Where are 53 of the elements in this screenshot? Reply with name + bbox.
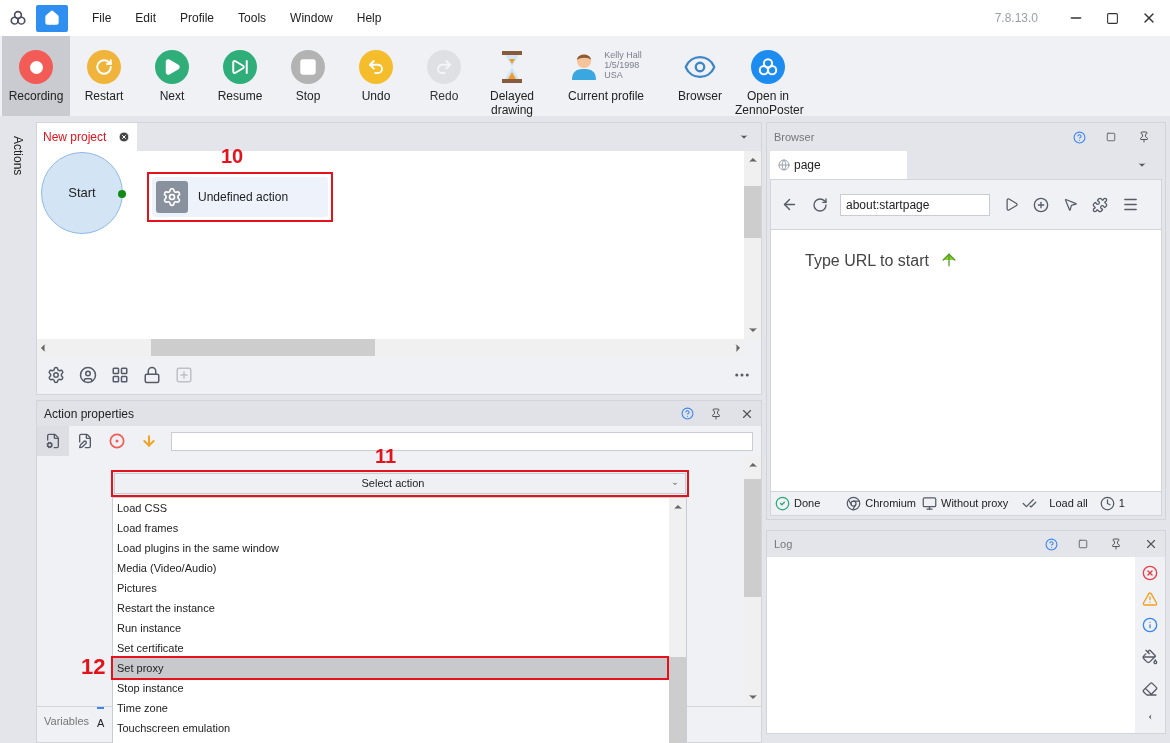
menu-item[interactable]: Tools xyxy=(226,9,279,27)
delayed-tool-button[interactable]: Delayed drawing xyxy=(478,36,546,116)
menu-item[interactable]: Help xyxy=(344,9,394,27)
annotation-number: 10 xyxy=(221,146,244,166)
action-list-item[interactable]: Pictures xyxy=(113,578,669,598)
annotation-number: 11 xyxy=(375,446,397,466)
bottom-tab[interactable]: A xyxy=(97,707,105,732)
status-label: Chromium xyxy=(865,496,917,512)
select-action-dropdown[interactable]: Select action xyxy=(114,473,686,494)
browser-tool-button[interactable]: Browser xyxy=(666,36,734,116)
bottom-tab[interactable]: Variables xyxy=(44,707,90,730)
menu-item[interactable]: Profile xyxy=(168,9,227,27)
status-label: Without proxy xyxy=(941,496,1009,512)
panel-title: Log xyxy=(774,536,793,552)
url-field[interactable]: about:startpage xyxy=(840,193,990,216)
action-list-item[interactable]: Media (Video/Audio) xyxy=(113,558,669,578)
stop-tool-button[interactable]: Stop xyxy=(274,36,342,116)
resume-tool-button[interactable]: Resume xyxy=(206,36,274,116)
status-label: Load all xyxy=(1049,496,1088,512)
action-node[interactable]: Undefined action xyxy=(152,177,328,217)
action-list-item[interactable]: Load CSS xyxy=(113,498,669,518)
status-label: Done xyxy=(794,496,821,512)
menu-item[interactable]: File xyxy=(80,9,124,27)
action-list-item[interactable]: Stop instance xyxy=(113,678,669,698)
action-list-item[interactable]: Set proxy xyxy=(113,658,667,678)
profile-tool-button[interactable]: Kelly Hall 1/5/1998 USA Current profile xyxy=(546,36,666,116)
menu-item[interactable]: Edit xyxy=(123,9,169,27)
restart-tool-button[interactable]: Restart xyxy=(70,36,138,116)
action-list-item[interactable]: Load plugins in the same window xyxy=(113,538,669,558)
browser-tab[interactable]: page xyxy=(770,151,907,179)
action-list-item[interactable]: Load frames xyxy=(113,518,669,538)
action-list-item[interactable]: Set certificate xyxy=(113,638,669,658)
status-label: 1 xyxy=(1118,496,1125,512)
annotation-number: 12 xyxy=(81,657,106,677)
start-hint: Type URL to start xyxy=(805,251,929,271)
action-list-item[interactable]: Touchscreen emulation xyxy=(113,718,669,738)
profile-name: Kelly Hall xyxy=(604,50,642,60)
version-label: 7.8.13.0 xyxy=(994,10,1038,27)
action-list-item[interactable]: Run instance xyxy=(113,618,669,638)
project-tab[interactable]: New project xyxy=(37,123,137,151)
profile-birth-date: 1/5/1998 xyxy=(604,60,640,70)
side-tab[interactable]: Actions xyxy=(9,136,27,176)
panel-title: Action properties xyxy=(44,405,135,423)
action-list-item[interactable]: Time zone xyxy=(113,698,669,718)
action-list-item[interactable]: Restart the instance xyxy=(113,598,669,618)
open-tool-button[interactable]: Open in ZennoPoster xyxy=(734,36,802,116)
panel-title: Browser xyxy=(774,129,815,145)
undo-tool-button[interactable]: Undo xyxy=(342,36,410,116)
next-tool-button[interactable]: Next xyxy=(138,36,206,116)
start-node[interactable]: Start xyxy=(41,152,123,234)
record-tool-button[interactable]: Recording xyxy=(2,36,70,116)
menu-item[interactable]: Window xyxy=(278,9,345,27)
profile-country: USA xyxy=(604,70,623,80)
